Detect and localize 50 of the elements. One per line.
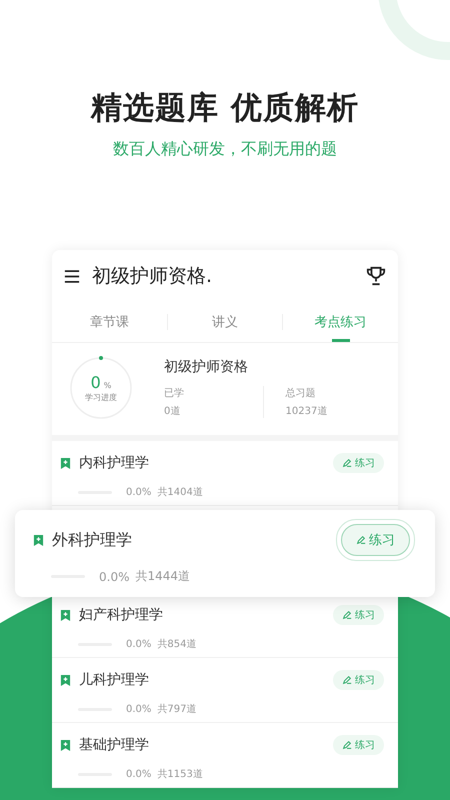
subject-row[interactable]: 儿科护理学 练习 0.0% 共797道 <box>52 658 398 723</box>
headline: 精选题库 优质解析 <box>91 89 359 128</box>
percent-unit: % <box>104 381 112 390</box>
menu-icon[interactable] <box>64 268 80 284</box>
progress-percent: 0.0% <box>126 638 152 650</box>
stat-label: 已学 <box>164 387 185 400</box>
pen-icon <box>342 458 352 468</box>
subject-name: 外科护理学 <box>52 530 133 550</box>
course-name: 初级护师资格 <box>164 358 249 376</box>
subtitle: 数百人精心研发，不刷无用的题 <box>113 138 337 160</box>
pen-icon <box>356 535 366 545</box>
tab[interactable]: 讲义 <box>168 302 282 342</box>
highlighted-subject-card[interactable]: 外科护理学 练习 0.0% 共1444道 <box>15 510 435 597</box>
tab[interactable]: 章节课 <box>52 302 167 342</box>
stat-label: 总习题 <box>286 386 316 400</box>
question-count: 共1404道 <box>157 486 203 499</box>
progress-label: 学习进度 <box>85 392 117 403</box>
trophy-icon[interactable] <box>366 266 386 286</box>
subject-name: 儿科护理学 <box>79 671 150 689</box>
subject-row[interactable]: 基础护理学 练习 0.0% 共1153道 <box>52 723 398 788</box>
progress-percent: 0.0% <box>126 768 152 780</box>
question-count: 共1153道 <box>157 768 203 781</box>
bookmark-icon <box>60 738 71 752</box>
practice-button[interactable]: 练习 <box>333 670 384 690</box>
stat-value: 10237道 <box>286 405 328 418</box>
practice-button[interactable]: 练习 <box>333 453 384 473</box>
practice-button[interactable]: 练习 <box>333 605 384 625</box>
subject-name: 妇产科护理学 <box>79 606 164 624</box>
bookmark-icon <box>60 608 71 622</box>
stat-value: 0道 <box>164 405 182 418</box>
progress-percent: 0.0% <box>126 704 152 714</box>
question-count: 共1444道 <box>136 568 190 585</box>
pen-icon <box>342 675 352 685</box>
question-count: 共797道 <box>157 702 196 716</box>
bookmark-icon <box>60 456 71 470</box>
bookmark-icon <box>60 674 71 686</box>
subject-name: 基础护理学 <box>79 736 150 754</box>
bookmark-icon <box>33 534 44 546</box>
practice-button[interactable]: 练习 <box>341 524 410 556</box>
subject-row[interactable]: 内科护理学 练习 0.0% 共1404道 <box>52 441 398 506</box>
progress-percent: 0 <box>90 373 101 392</box>
subject-name: 内科护理学 <box>79 454 150 472</box>
progress-percent: 0.0% <box>126 486 152 498</box>
app-title: 初级护师资格. <box>92 264 214 289</box>
tab[interactable]: 考点练习 <box>283 302 398 342</box>
question-count: 共854道 <box>157 638 196 651</box>
practice-button[interactable]: 练习 <box>333 735 384 755</box>
progress-percent: 0.0% <box>99 570 130 584</box>
pen-icon <box>342 610 352 620</box>
pen-icon <box>342 740 352 750</box>
